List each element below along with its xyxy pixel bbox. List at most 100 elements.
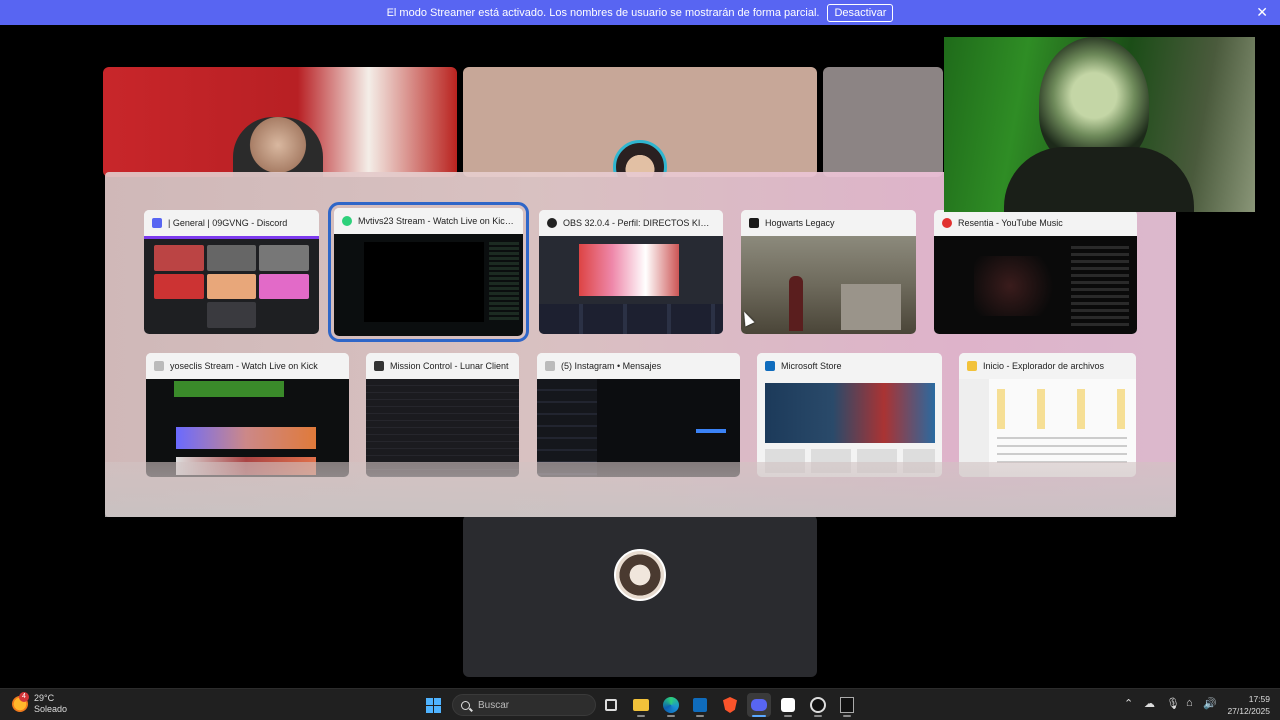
call-tile-participant-4[interactable] (463, 515, 817, 677)
window-preview (757, 379, 942, 477)
weather-condition: Soleado (34, 704, 68, 714)
start-button[interactable] (421, 693, 445, 717)
clock-time: 17:59 (1248, 694, 1270, 704)
brave-icon (723, 697, 737, 713)
search-box[interactable]: Buscar (452, 694, 596, 716)
window-title-bar: Microsoft Store (757, 353, 942, 379)
discord-icon (751, 699, 767, 711)
call-tile-participant-3[interactable] (823, 67, 943, 177)
folder-icon (633, 699, 649, 711)
window-title-bar: yoseclis Stream - Watch Live on Kick (146, 353, 349, 379)
search-placeholder: Buscar (478, 699, 510, 711)
streamer-body (1004, 147, 1194, 212)
store-taskbar-button[interactable] (688, 693, 712, 717)
brave-taskbar-button[interactable] (718, 693, 742, 717)
folder-icon (967, 361, 977, 371)
game-taskbar-button[interactable] (835, 693, 859, 717)
window-preview (959, 379, 1136, 477)
avatar (614, 549, 666, 601)
window-thumb-lunar-client[interactable]: Mission Control - Lunar Client (366, 353, 519, 477)
participant-video (233, 117, 323, 177)
weather-temp: 29°C (34, 693, 55, 703)
window-title-bar: Mission Control - Lunar Client (366, 353, 519, 379)
app-icon (781, 698, 795, 712)
window-thumb-instagram[interactable]: (5) Instagram • Mensajes (537, 353, 740, 477)
app-taskbar-button[interactable] (776, 693, 800, 717)
window-title-bar: | General | 09GVNG - Discord (144, 210, 319, 236)
window-preview (539, 236, 723, 334)
microsoft-store-icon (765, 361, 775, 371)
sun-icon: 4 (12, 692, 29, 712)
obs-icon (810, 697, 826, 713)
browser-tab-icon (154, 361, 164, 371)
window-thumb-hogwarts-legacy[interactable]: Hogwarts Legacy (741, 210, 916, 334)
window-title: Mission Control - Lunar Client (390, 361, 509, 371)
taskview-button[interactable] (599, 693, 623, 717)
banner-message: El modo Streamer está activado. Los nomb… (386, 6, 820, 19)
discord-icon (152, 218, 162, 228)
window-thumb-obs[interactable]: OBS 32.0.4 - Perfil: DIRECTOS KICK - Esc… (539, 210, 723, 334)
search-icon (461, 700, 470, 710)
window-thumb-youtube-music[interactable]: Resentia - YouTube Music (934, 210, 1137, 334)
file-explorer-taskbar-button[interactable] (629, 693, 653, 717)
window-title: Resentia - YouTube Music (958, 218, 1063, 228)
obs-icon (547, 218, 557, 228)
hogwarts-icon (840, 697, 854, 713)
window-title: | General | 09GVNG - Discord (168, 218, 288, 228)
microsoft-store-icon (693, 698, 707, 712)
notification-badge: 4 (19, 692, 29, 702)
youtube-music-icon (942, 218, 952, 228)
volume-icon[interactable]: 🔊 (1203, 697, 1217, 710)
window-preview (366, 379, 519, 477)
task-view: | General | 09GVNG - Discord Mvtivs23 St… (105, 172, 1176, 517)
cloud-icon[interactable]: ☁ (1144, 697, 1155, 710)
call-tile-participant-1[interactable] (103, 67, 457, 177)
window-title: Inicio - Explorador de archivos (983, 361, 1105, 371)
window-preview (144, 236, 319, 334)
call-tile-participant-2[interactable] (463, 67, 817, 177)
window-title-bar: Hogwarts Legacy (741, 210, 916, 236)
window-title-bar: Mvtivs23 Stream - Watch Live on Kick y 5… (334, 208, 523, 234)
hogwarts-icon (749, 218, 759, 228)
taskview-icon (605, 699, 617, 711)
window-title: (5) Instagram • Mensajes (561, 361, 662, 371)
microphone-icon[interactable]: 🎙 (1166, 697, 1180, 710)
window-thumb-file-explorer[interactable]: Inicio - Explorador de archivos (959, 353, 1136, 477)
deactivate-button[interactable]: Desactivar (827, 3, 894, 22)
window-thumb-microsoft-store[interactable]: Microsoft Store (757, 353, 942, 477)
weather-widget[interactable]: 4 29°C Soleado (12, 692, 68, 715)
clock-date: 27/12/2025 (1227, 706, 1270, 716)
window-title: Mvtivs23 Stream - Watch Live on Kick y 5… (358, 216, 515, 226)
window-preview (537, 379, 740, 477)
window-thumb-kick-yoseclis[interactable]: yoseclis Stream - Watch Live on Kick (146, 353, 349, 477)
discord-taskbar-button[interactable] (747, 693, 771, 717)
window-title: Hogwarts Legacy (765, 218, 835, 228)
window-preview (741, 236, 916, 334)
window-title: yoseclis Stream - Watch Live on Kick (170, 361, 318, 371)
window-title-bar: Inicio - Explorador de archivos (959, 353, 1136, 379)
window-title-bar: OBS 32.0.4 - Perfil: DIRECTOS KICK - Esc… (539, 210, 723, 236)
window-preview (146, 379, 349, 477)
window-title-bar: (5) Instagram • Mensajes (537, 353, 740, 379)
window-preview (334, 234, 523, 336)
streamer-mode-banner: El modo Streamer está activado. Los nomb… (0, 0, 1280, 25)
window-thumb-discord[interactable]: | General | 09GVNG - Discord (144, 210, 319, 334)
window-thumb-kick-mvtivs23[interactable]: Mvtivs23 Stream - Watch Live on Kick y 5… (328, 202, 529, 342)
lunar-client-icon (374, 361, 384, 371)
window-title-bar: Resentia - YouTube Music (934, 210, 1137, 236)
close-icon[interactable]: ✕ (1256, 4, 1268, 21)
window-title: Microsoft Store (781, 361, 842, 371)
window-title: OBS 32.0.4 - Perfil: DIRECTOS KICK - Esc… (563, 218, 715, 228)
edge-taskbar-button[interactable] (659, 693, 683, 717)
clock[interactable]: 17:59 27/12/2025 (1227, 693, 1270, 717)
window-preview (934, 236, 1137, 334)
chevron-up-icon[interactable]: ⌃ (1124, 697, 1133, 710)
edge-icon (342, 216, 352, 226)
windows-icon (425, 697, 441, 713)
taskbar: 4 29°C Soleado Buscar ⌃ ☁ 🎙 ⌂ 🔊 17:59 27… (0, 688, 1280, 720)
edge-icon (663, 697, 679, 713)
browser-tab-icon (545, 361, 555, 371)
webcam-overlay (944, 37, 1255, 212)
obs-taskbar-button[interactable] (806, 693, 830, 717)
network-icon[interactable]: ⌂ (1186, 697, 1193, 709)
